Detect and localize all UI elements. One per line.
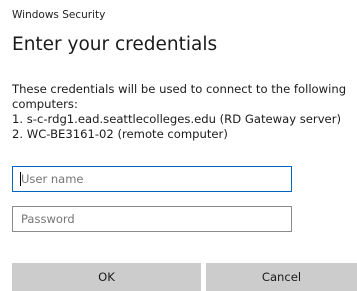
- ok-button[interactable]: OK: [12, 263, 201, 291]
- description-line: 1. s-c-rdg1.ead.seattlecolleges.edu (RD …: [12, 112, 341, 126]
- dialog-description: These credentials will be used to connec…: [12, 82, 352, 142]
- cancel-button[interactable]: Cancel: [206, 263, 357, 291]
- description-line: 2. WC-BE3161-02 (remote computer): [12, 127, 228, 141]
- username-input[interactable]: [12, 166, 292, 192]
- dialog-heading: Enter your credentials: [12, 34, 218, 55]
- text-caret: [20, 172, 21, 186]
- description-line: These credentials will be used to connec…: [12, 82, 347, 96]
- credentials-dialog: Windows Security Enter your credentials …: [0, 0, 357, 291]
- password-input[interactable]: [12, 206, 292, 232]
- description-line: computers:: [12, 97, 78, 111]
- window-title: Windows Security: [12, 9, 106, 21]
- button-row: OK Cancel: [0, 263, 357, 291]
